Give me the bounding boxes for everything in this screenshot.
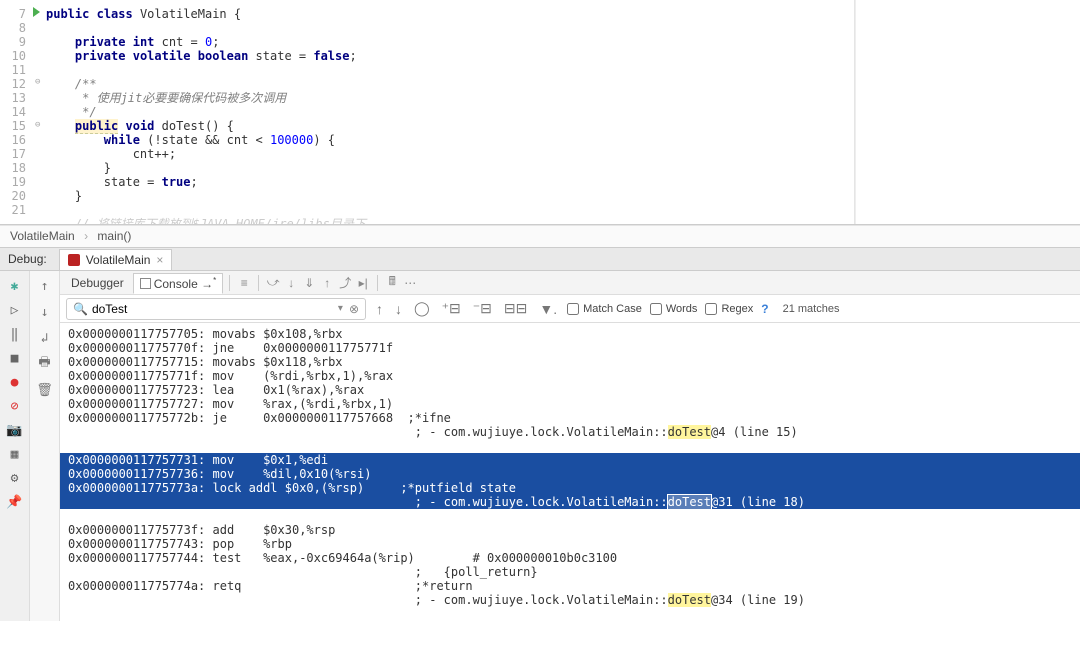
step-into-icon[interactable]: ↓ xyxy=(283,275,299,291)
prev-match-icon[interactable]: ↑ xyxy=(374,301,385,317)
words-checkbox[interactable]: Words xyxy=(650,303,698,315)
breadcrumb: VolatileMain › main() xyxy=(0,225,1080,247)
resume-icon[interactable]: ▷ xyxy=(6,301,24,319)
debug-panel: ✱ ▷ ‖ ■ ● ⊘ 📷 ▦ ⚙ 📌 ↑ ↓ ↲ 🖶 🗑 Debugger C… xyxy=(0,271,1080,621)
evaluate-icon[interactable]: 🖩 xyxy=(384,275,400,291)
breadcrumb-class[interactable]: VolatileMain xyxy=(10,229,75,243)
fold-icon[interactable]: ⊖ xyxy=(35,77,40,87)
fold-column: ⊖ ⊖ xyxy=(32,0,46,224)
debug-tab-label: VolatileMain xyxy=(86,253,151,267)
history-dropdown-icon[interactable]: ▾ xyxy=(338,303,343,314)
breadcrumb-method[interactable]: main() xyxy=(97,229,131,243)
down-icon[interactable]: ↓ xyxy=(36,303,54,321)
debug-bar: Debug: VolatileMain × xyxy=(0,247,1080,271)
breadcrumb-separator: › xyxy=(84,229,88,243)
help-icon[interactable]: ? xyxy=(761,302,768,316)
debugger-tab[interactable]: Debugger xyxy=(64,273,131,293)
remove-selection-icon[interactable]: ⁻⊟ xyxy=(471,300,494,317)
run-cursor-icon[interactable]: ▸| xyxy=(355,275,371,291)
debug-tab[interactable]: VolatileMain × xyxy=(59,249,173,270)
console-wrap: Debugger Console →* ≡ ⤻ ↓ ⇓ ↑ ⤴ ▸| 🖩 ⋯ 🔍… xyxy=(60,271,1080,621)
force-step-icon[interactable]: ⇓ xyxy=(301,275,317,291)
breakpoint-icon[interactable]: ● xyxy=(6,373,24,391)
step-out-icon[interactable]: ↑ xyxy=(319,275,335,291)
clear-search-icon[interactable]: ⊗ xyxy=(349,302,359,316)
align-icon[interactable]: ≡ xyxy=(236,275,252,291)
run-marker-icon[interactable] xyxy=(33,7,40,17)
line-gutter: 789101112131415161718192021 xyxy=(0,0,32,224)
close-icon[interactable]: × xyxy=(156,253,163,267)
console-output[interactable]: 0x0000000117757705: movabs $0x108,%rbx0x… xyxy=(60,323,1080,621)
stop-icon[interactable]: ■ xyxy=(6,349,24,367)
match-case-checkbox[interactable]: Match Case xyxy=(567,303,642,315)
up-icon[interactable]: ↑ xyxy=(36,277,54,295)
pin-icon[interactable]: 📌 xyxy=(6,493,24,511)
clear-icon[interactable]: 🗑 xyxy=(36,381,54,399)
camera-icon[interactable]: 📷 xyxy=(6,421,24,439)
debug-config-icon xyxy=(68,254,80,266)
select-all-icon[interactable]: ◯ xyxy=(412,300,432,317)
regex-checkbox[interactable]: Regex xyxy=(705,303,753,315)
settings-icon[interactable]: ⚙ xyxy=(6,469,24,487)
layout-icon[interactable]: ▦ xyxy=(6,445,24,463)
editor-pane: 789101112131415161718192021 ⊖ ⊖ public c… xyxy=(0,0,1080,225)
code-area[interactable]: public class VolatileMain { private int … xyxy=(46,0,855,224)
more-icon[interactable]: ⋯ xyxy=(402,275,418,291)
pause-icon[interactable]: ‖ xyxy=(6,325,24,343)
debug-label: Debug: xyxy=(8,252,47,266)
print-icon[interactable]: 🖶 xyxy=(36,355,54,373)
match-count: 21 matches xyxy=(783,303,840,315)
search-input[interactable] xyxy=(92,302,338,316)
console-tab[interactable]: Console →* xyxy=(133,273,224,294)
search-icon: 🔍 xyxy=(73,302,88,316)
add-selection-icon[interactable]: ⁺⊟ xyxy=(440,300,463,317)
wrap-icon[interactable]: ↲ xyxy=(36,329,54,347)
mute-bp-icon[interactable]: ⊘ xyxy=(6,397,24,415)
filter-icon[interactable]: ▼. xyxy=(537,301,559,317)
fold-icon[interactable]: ⊖ xyxy=(35,120,40,130)
debug-toolbar: Debugger Console →* ≡ ⤻ ↓ ⇓ ↑ ⤴ ▸| 🖩 ⋯ xyxy=(60,271,1080,295)
drop-frame-icon[interactable]: ⤴ xyxy=(337,275,353,291)
search-bar: 🔍 ▾ ⊗ ↑ ↓ ◯ ⁺⊟ ⁻⊟ ⊟⊟ ▼. Match Case Words… xyxy=(60,295,1080,323)
debug-icon[interactable]: ✱ xyxy=(6,277,24,295)
console-nav-toolbar: ↑ ↓ ↲ 🖶 🗑 xyxy=(30,271,60,621)
debug-left-toolbar: ✱ ▷ ‖ ■ ● ⊘ 📷 ▦ ⚙ 📌 xyxy=(0,271,30,621)
select-all-occ-icon[interactable]: ⊟⊟ xyxy=(502,300,529,317)
search-input-wrap: 🔍 ▾ ⊗ xyxy=(66,298,366,320)
next-match-icon[interactable]: ↓ xyxy=(393,301,404,317)
right-margin xyxy=(855,0,1080,224)
step-over-icon[interactable]: ⤻ xyxy=(265,275,281,291)
